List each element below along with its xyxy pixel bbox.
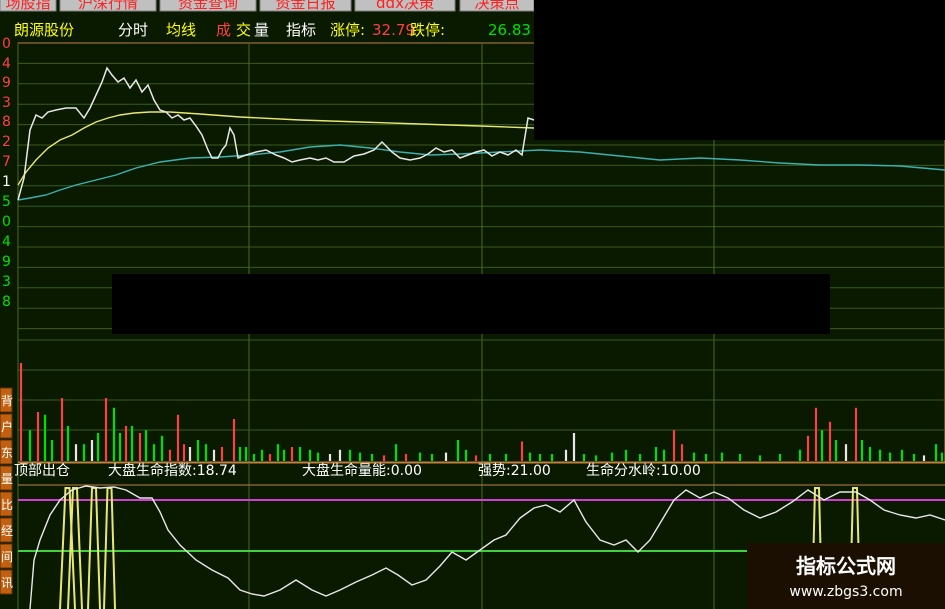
intraday-chart: 场股指 沪深行情 资金查询 资金日报 ddx决策 决策点 朗源股份 分时 均线成交量指标 涨… xyxy=(0,0,945,609)
limit-down-value: 26.83 xyxy=(488,21,531,39)
side-button-2[interactable]: 东 xyxy=(0,439,13,465)
axis-tick: 8 xyxy=(2,114,11,130)
axis-tick: 0 xyxy=(2,36,11,52)
side-button-label: 量 xyxy=(1,472,13,486)
axis-tick: 9 xyxy=(2,254,11,270)
tab-5[interactable]: 决策点 xyxy=(459,0,535,12)
tab-label: ddx决策 xyxy=(376,0,434,12)
axis-tick: 1 xyxy=(2,174,11,190)
indicator-item-0: 大盘生命指数:18.74 xyxy=(108,462,237,479)
axis-tick: 8 xyxy=(2,294,11,310)
side-button-3[interactable]: 量 xyxy=(0,465,13,491)
side-button-label: 经 xyxy=(1,524,13,538)
tab-2[interactable]: 资金查询 xyxy=(159,0,257,12)
tab-4[interactable]: ddx决策 xyxy=(354,0,456,12)
indicator-item-3: 生命分水岭:10.00 xyxy=(586,462,701,479)
indicator-header: 顶部出仓 大盘生命指数:18.74 大盘生命量能:0.00 强势:21.00 生命分水… xyxy=(14,462,701,479)
side-button-5[interactable]: 经 xyxy=(0,517,13,543)
indicator-item-1: 大盘生命量能:0.00 xyxy=(302,462,422,479)
side-button-1[interactable]: 户 xyxy=(0,413,13,439)
header-item-3[interactable]: 交 xyxy=(236,21,251,39)
tab-label: 资金查询 xyxy=(178,0,238,12)
side-button-label: 东 xyxy=(1,446,13,460)
indicator-name: 顶部出仓 xyxy=(14,463,70,479)
header-item-2[interactable]: 成 xyxy=(216,21,231,39)
axis-tick: 2 xyxy=(2,134,11,150)
side-button-6[interactable]: 间 xyxy=(0,543,13,569)
limit-up-label: 涨停: xyxy=(330,21,365,39)
tab-0[interactable]: 场股指 xyxy=(0,0,57,12)
header-item-4[interactable]: 量 xyxy=(254,21,269,39)
limit-up-value: 32.79 xyxy=(372,21,415,39)
side-button-0[interactable]: 背 xyxy=(0,387,13,413)
redacted-block-top-right xyxy=(534,0,945,140)
header-item-1[interactable]: 均线 xyxy=(166,21,196,39)
watermark-title: 指标公式网 xyxy=(796,554,896,578)
tab-3[interactable]: 资金日报 xyxy=(259,0,352,12)
top-tab-bar: 场股指 沪深行情 资金查询 资金日报 ddx决策 决策点 xyxy=(0,0,535,12)
stock-name: 朗源股份 xyxy=(14,21,74,39)
axis-tick: 0 xyxy=(2,214,11,230)
redacted-block-center xyxy=(112,274,830,334)
tab-label: 沪深行情 xyxy=(78,0,138,12)
side-button-label: 间 xyxy=(1,550,13,564)
side-button-7[interactable]: 讯 xyxy=(0,569,13,595)
side-button-4[interactable]: 比 xyxy=(0,491,13,517)
tab-label: 资金日报 xyxy=(275,0,335,12)
side-button-label: 讯 xyxy=(1,576,13,590)
side-button-label: 背 xyxy=(1,394,13,408)
header-item-0[interactable]: 分时 xyxy=(118,21,148,39)
tab-label: 决策点 xyxy=(474,0,519,12)
axis-tick: 4 xyxy=(2,56,11,72)
axis-tick: 3 xyxy=(2,95,11,111)
tab-label: 场股指 xyxy=(5,0,50,12)
side-button-label: 户 xyxy=(1,419,13,434)
watermark: 指标公式网 www.zbgs3.com xyxy=(747,543,945,609)
indicator-item-2: 强势:21.00 xyxy=(478,463,551,479)
tab-1[interactable]: 沪深行情 xyxy=(59,0,157,12)
side-button-label: 比 xyxy=(1,498,13,512)
axis-tick: 5 xyxy=(2,194,11,210)
axis-tick: 7 xyxy=(2,154,11,170)
watermark-url: www.zbgs3.com xyxy=(789,584,902,600)
axis-tick: 9 xyxy=(2,75,11,91)
limit-down-label: 跌停: xyxy=(410,21,445,39)
axis-tick: 3 xyxy=(2,274,11,290)
header-item-5[interactable]: 指标 xyxy=(286,21,316,39)
axis-tick: 4 xyxy=(2,234,11,250)
